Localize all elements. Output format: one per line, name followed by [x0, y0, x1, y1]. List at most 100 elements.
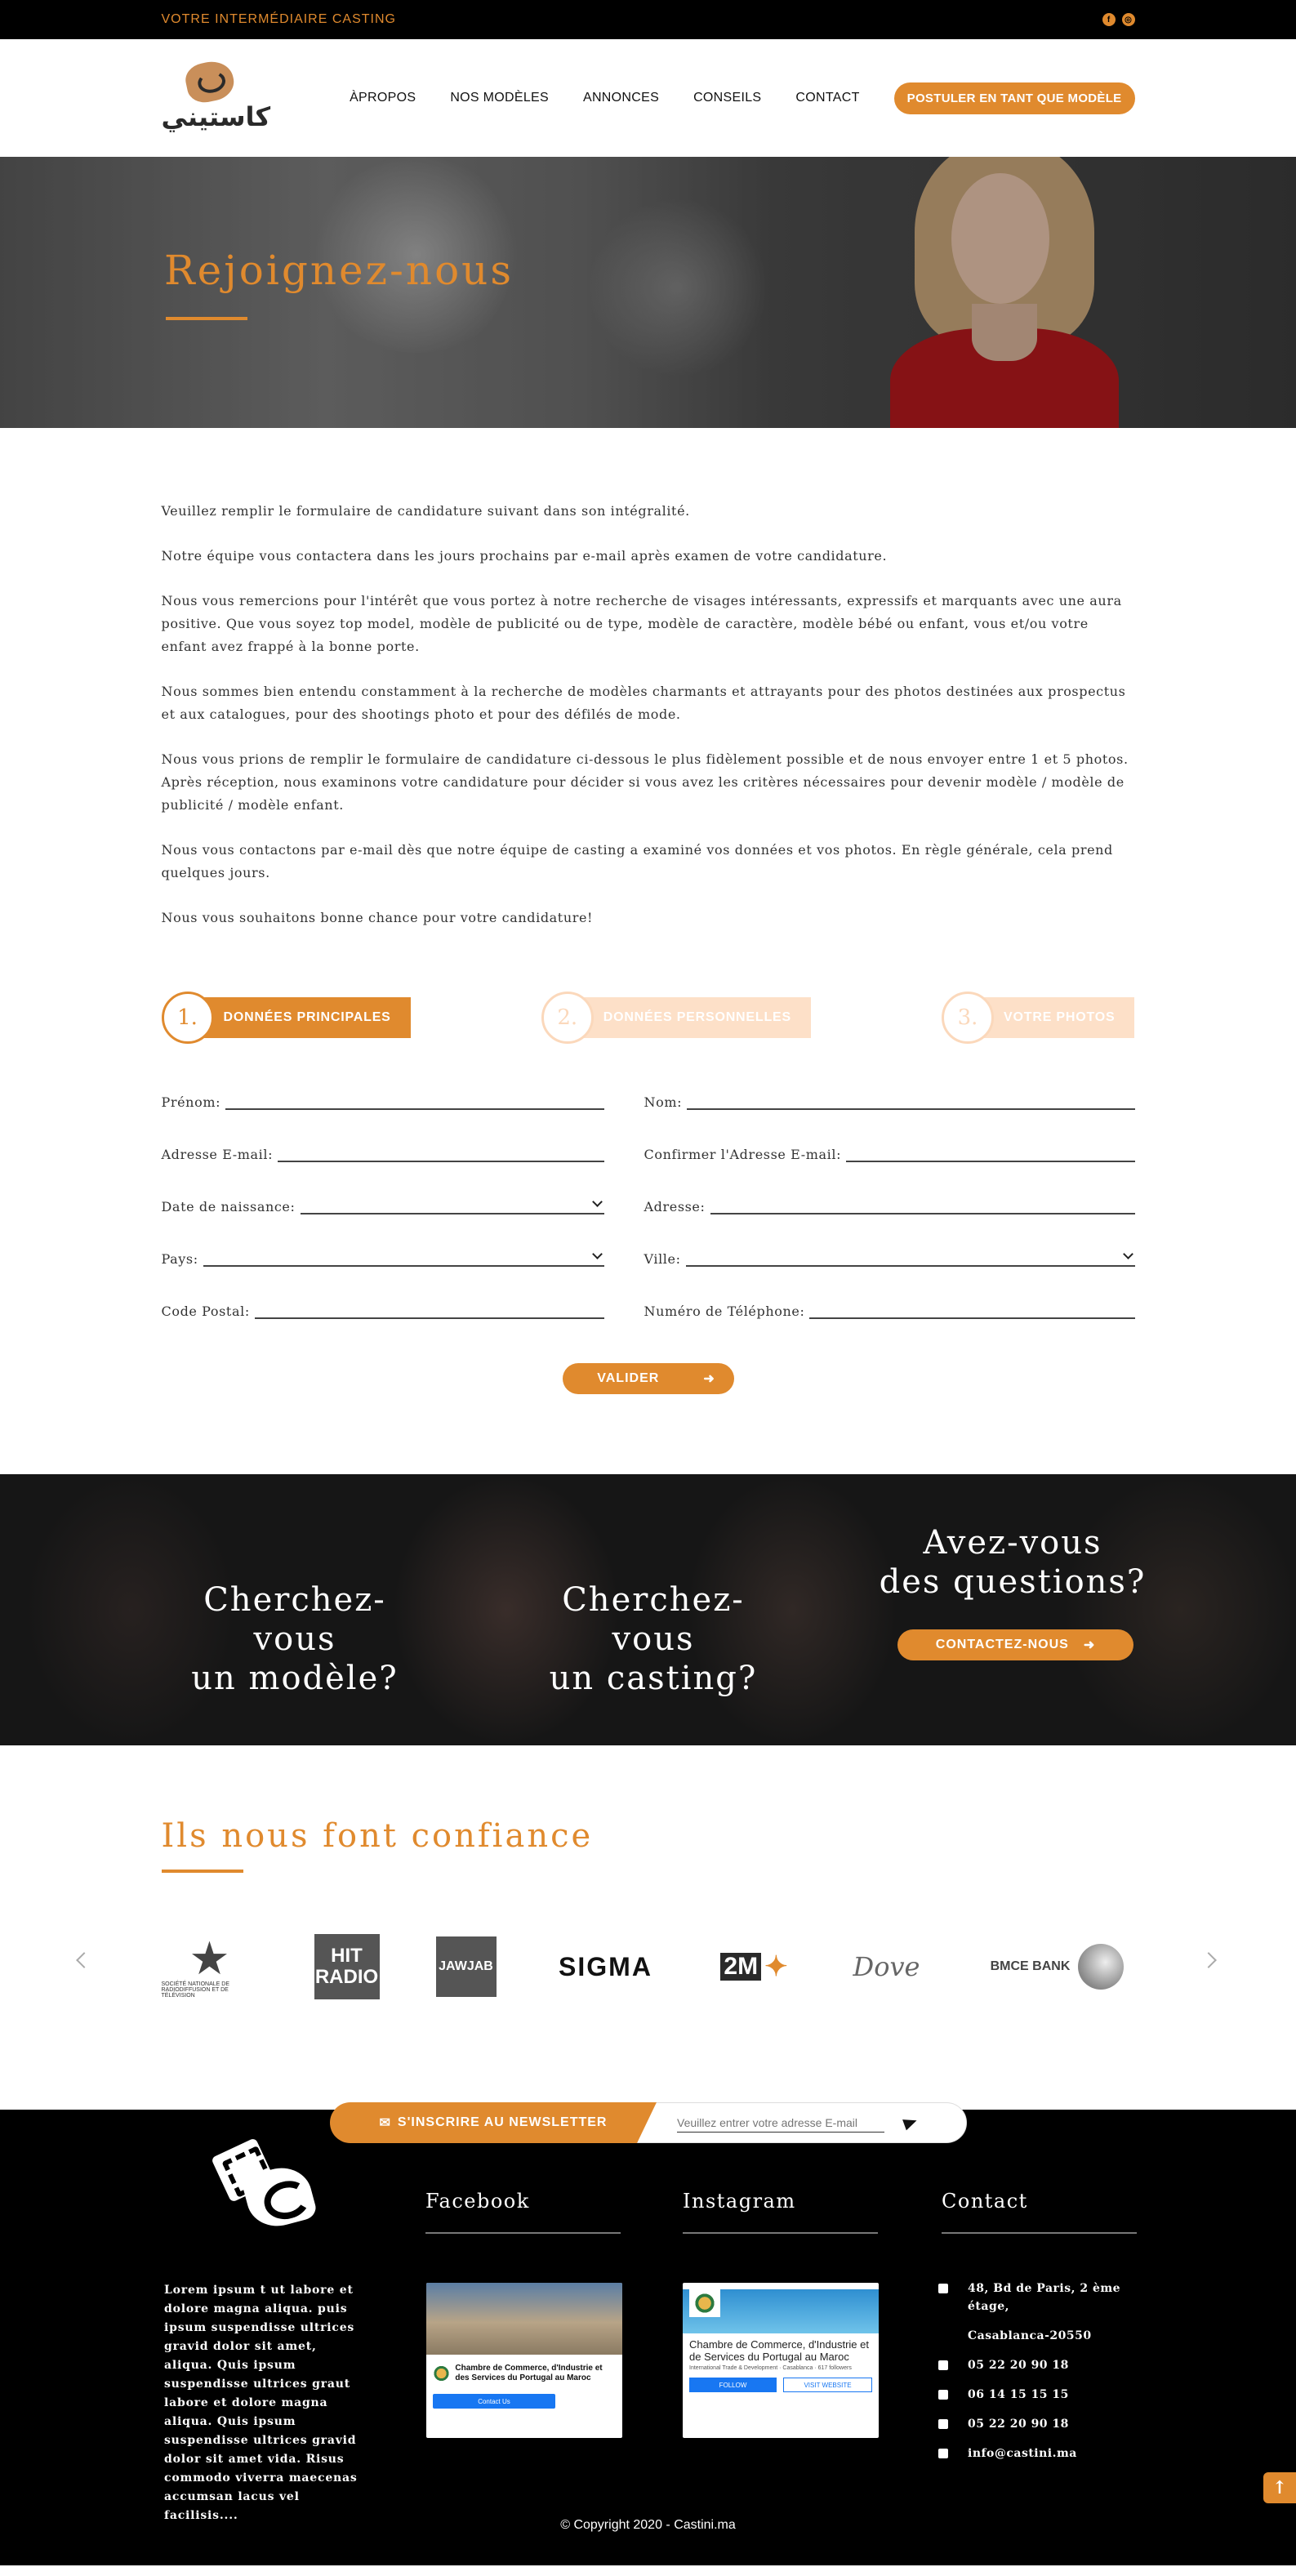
- logo-text: كاستيني: [161, 101, 271, 132]
- nav-contact[interactable]: CONTACT: [795, 91, 859, 105]
- cta-line: un casting?: [549, 1660, 758, 1697]
- firstname-input[interactable]: [225, 1092, 604, 1109]
- facebook-title: Facebook: [425, 2190, 530, 2213]
- site-logo[interactable]: كاستيني: [162, 57, 270, 137]
- partner-logo-sigma: SIGMA: [553, 1952, 659, 1982]
- visit-website-button[interactable]: VISIT WEBSITE: [783, 2378, 872, 2392]
- partner-logo-dove: Dove: [850, 1951, 924, 1982]
- birthdate-select[interactable]: [300, 1197, 604, 1214]
- footer-about-text: Lorem ipsum t ut labore et dolore magna …: [164, 2284, 358, 2522]
- facebook-column: Facebook: [425, 2190, 621, 2234]
- location-icon: [938, 2284, 948, 2293]
- contact-column: Contact: [942, 2190, 1137, 2234]
- footer-logo: [211, 2137, 318, 2234]
- intro-paragraph: Nous vous contactons par e-mail dès que …: [161, 842, 1113, 880]
- nav-conseils[interactable]: CONSEILS: [693, 91, 761, 105]
- field-label: Adresse E-mail:: [161, 1147, 274, 1162]
- submit-button[interactable]: VALIDER ➜: [562, 1363, 734, 1394]
- contact-us-fb-button[interactable]: Contact Us: [433, 2394, 555, 2409]
- email-field: Adresse E-mail:: [162, 1138, 604, 1162]
- contact-email: info@castini.ma: [938, 2445, 1151, 2462]
- scroll-top-icon[interactable]: ↑: [1263, 2472, 1296, 2503]
- carousel-next-icon[interactable]: [1200, 1952, 1217, 1968]
- questions-heading: Avez-vous des questions?: [878, 1523, 1147, 1602]
- postal-code-field: Code Postal:: [162, 1295, 604, 1319]
- phone-field: Numéro de Téléphone:: [644, 1295, 1135, 1319]
- step-main-data[interactable]: 1. DONNÉES PRINCIPALES: [161, 992, 411, 1044]
- carousel-prev-icon[interactable]: [76, 1952, 92, 1968]
- field-label: Date de naissance:: [161, 1199, 296, 1214]
- country-select[interactable]: [203, 1249, 604, 1267]
- intro-paragraph: Nous sommes bien entendu constamment à l…: [161, 684, 1126, 722]
- field-label: Pays:: [161, 1251, 198, 1267]
- cta-line: Cherchez-vous: [203, 1581, 386, 1658]
- fax-icon: [938, 2419, 948, 2429]
- find-model-link[interactable]: Cherchez-vous un modèle?: [164, 1580, 425, 1698]
- address-line: Casablanca-20550: [968, 2329, 1092, 2342]
- chevron-down-icon: [591, 1197, 603, 1207]
- lastname-input[interactable]: [687, 1092, 1135, 1109]
- address-field: Adresse:: [644, 1190, 1135, 1214]
- partner-logo-snrt: ★ SOCIÉTÉ NATIONALE DE RADIODIFFUSION ET…: [162, 1935, 258, 1999]
- jawjab-text: JAWJAB: [439, 1959, 493, 1973]
- facebook-widget[interactable]: Chambre de Commerce, d'Industrie et des …: [426, 2283, 622, 2438]
- apply-model-button[interactable]: POSTULER EN TANT QUE MODÈLE: [893, 82, 1135, 114]
- instagram-icon[interactable]: ◎: [1121, 13, 1135, 26]
- contact-title: Contact: [942, 2190, 1028, 2213]
- bmce-text: BMCE BANK: [990, 1959, 1071, 1973]
- confirm-email-input[interactable]: [846, 1144, 1135, 1161]
- step-photos[interactable]: 3. VOTRE PHOTOS: [942, 992, 1135, 1044]
- field-label: Ville:: [644, 1251, 681, 1267]
- confirm-email-field: Confirmer l'Adresse E-mail:: [644, 1138, 1135, 1162]
- contact-us-button[interactable]: CONTACTEZ-NOUS ➜: [897, 1629, 1133, 1660]
- header: كاستيني ÀPROPOS NOS MODÈLES ANNONCES CON…: [0, 39, 1296, 157]
- city-select[interactable]: [685, 1249, 1135, 1267]
- step-label: DONNÉES PRINCIPALES: [189, 997, 411, 1038]
- newsletter-bar: ✉ S'INSCRIRE AU NEWSLETTER: [330, 2102, 967, 2143]
- step-label: VOTRE PHOTOS: [969, 997, 1135, 1038]
- main-nav: ÀPROPOS NOS MODÈLES ANNONCES CONSEILS CO…: [350, 82, 1135, 114]
- intro-paragraph: Nous vous remercions pour l'intérêt que …: [161, 593, 1122, 654]
- application-form: Prénom: Nom: Adresse E-mail: Confirmer l…: [162, 1085, 1135, 1319]
- partner-logo-jawjab: JAWJAB: [435, 1936, 497, 1997]
- instagram-widget[interactable]: Chambre de Commerce, d'Industrie et de S…: [683, 2283, 879, 2438]
- step-number: 2.: [541, 992, 594, 1044]
- chevron-down-icon: [1122, 1249, 1133, 1259]
- newsletter-email-input[interactable]: [677, 2113, 884, 2133]
- form-steps: 1. DONNÉES PRINCIPALES 2. DONNÉES PERSON…: [161, 991, 1135, 1045]
- mobile-text[interactable]: 06 14 15 15 15: [968, 2386, 1069, 2404]
- partners-section: Ils nous font confiance ★ SOCIÉTÉ NATION…: [0, 1745, 1296, 2110]
- social-links: f ◎: [1102, 13, 1135, 26]
- field-label: Code Postal:: [161, 1304, 250, 1319]
- phone-text[interactable]: 05 22 20 90 18: [968, 2356, 1069, 2374]
- email-link[interactable]: info@castini.ma: [968, 2445, 1077, 2462]
- logo-mark: [182, 57, 237, 106]
- submit-label: VALIDER: [597, 1371, 660, 1385]
- step-personal-data[interactable]: 2. DONNÉES PERSONNELLES: [541, 992, 811, 1044]
- partner-logo-bmce: BMCE BANK: [980, 1944, 1135, 1990]
- instagram-title: Instagram: [683, 2190, 796, 2213]
- radio-text: RADIO: [314, 1966, 379, 1988]
- title-underline: [161, 1870, 243, 1873]
- phone-input[interactable]: [809, 1301, 1135, 1318]
- field-label: Numéro de Téléphone:: [644, 1304, 805, 1319]
- email-input[interactable]: [278, 1144, 604, 1161]
- facebook-icon[interactable]: f: [1102, 13, 1116, 26]
- address-input[interactable]: [710, 1197, 1135, 1214]
- nav-annonces[interactable]: ANNONCES: [583, 91, 659, 105]
- send-icon[interactable]: [902, 2115, 919, 2131]
- field-label: Adresse:: [644, 1199, 706, 1214]
- step-number: 3.: [942, 992, 995, 1044]
- find-casting-link[interactable]: Cherchez-vous un casting?: [523, 1580, 784, 1698]
- cta-line: Cherchez-vous: [562, 1581, 745, 1658]
- nav-nos-modeles[interactable]: NOS MODÈLES: [450, 91, 549, 105]
- follow-button[interactable]: FOLLOW: [689, 2378, 777, 2392]
- nav-apropos[interactable]: ÀPROPOS: [350, 91, 416, 105]
- step-label: DONNÉES PERSONNELLES: [568, 997, 811, 1038]
- tagline: VOTRE INTERMÉDIAIRE CASTING: [161, 12, 396, 26]
- fax-text: 05 22 20 90 18: [968, 2418, 1069, 2431]
- sigma-text: SIGMA: [559, 1951, 652, 1981]
- mobile-icon: [938, 2390, 948, 2400]
- cta-band: Cherchez-vous un modèle? Cherchez-vous u…: [0, 1474, 1296, 1745]
- postal-code-input[interactable]: [254, 1301, 604, 1318]
